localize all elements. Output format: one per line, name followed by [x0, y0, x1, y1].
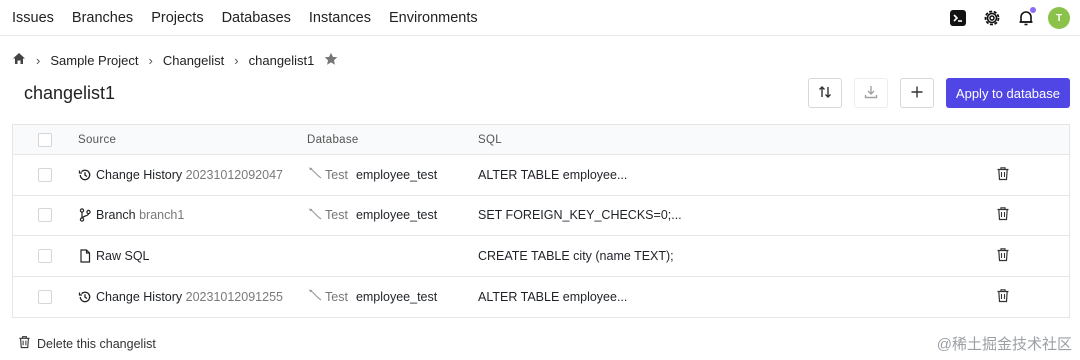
database-cell: Test employee_test — [307, 155, 437, 195]
source-ref: 20231012092047 — [185, 167, 283, 182]
delete-changelist-button[interactable]: Delete this changelist — [18, 335, 156, 352]
trash-icon — [18, 335, 31, 352]
trash-icon[interactable] — [996, 206, 1010, 224]
table-header: Source Database SQL — [13, 125, 1069, 155]
source-cell: Change History 20231012091255 — [78, 277, 283, 318]
header-database: Database — [307, 133, 359, 146]
branch-icon — [78, 208, 92, 222]
home-icon[interactable] — [12, 52, 26, 68]
chevron-right-icon: › — [36, 52, 41, 68]
history-icon — [78, 290, 92, 304]
database-cell: Test employee_test — [307, 196, 437, 236]
nav-instances[interactable]: Instances — [309, 10, 371, 26]
toolbar-actions: Apply to database — [807, 78, 1070, 108]
plus-icon — [909, 84, 925, 103]
source-type: Change History — [96, 167, 183, 182]
select-all-checkbox[interactable] — [38, 132, 52, 147]
add-button[interactable] — [899, 78, 934, 108]
table-row[interactable]: Branch branch1 Test employee_test SET FO… — [13, 196, 1069, 236]
avatar[interactable]: T — [1048, 7, 1070, 29]
sql-cell: CREATE TABLE city (name TEXT); — [478, 248, 674, 263]
source-type: Branch — [96, 208, 136, 223]
environment-label: Test — [325, 167, 348, 182]
table-row[interactable]: Change History 20231012092047 Test emplo… — [13, 155, 1069, 196]
sql-cell: SET FOREIGN_KEY_CHECKS=0;... — [478, 208, 682, 223]
chevron-right-icon: › — [234, 52, 239, 68]
chevron-right-icon: › — [148, 52, 153, 68]
database-cell: Test employee_test — [307, 277, 437, 318]
row-checkbox[interactable] — [38, 248, 52, 263]
top-nav: Issues Branches Projects Databases Insta… — [0, 0, 1080, 36]
header-sql: SQL — [478, 133, 502, 146]
source-ref: 20231012091255 — [185, 289, 283, 304]
source-cell: Change History 20231012092047 — [78, 155, 283, 195]
breadcrumb-project[interactable]: Sample Project — [50, 53, 138, 68]
nav-databases[interactable]: Databases — [222, 10, 291, 26]
delete-changelist-label: Delete this changelist — [37, 336, 156, 351]
table-row[interactable]: Change History 20231012091255 Test emplo… — [13, 277, 1069, 318]
database-name[interactable]: employee_test — [356, 168, 437, 182]
nav-branches[interactable]: Branches — [72, 10, 133, 26]
database-icon — [307, 288, 323, 305]
breadcrumb-changelist[interactable]: Changelist — [163, 53, 224, 68]
file-icon — [78, 249, 92, 263]
source-ref: branch1 — [139, 208, 185, 223]
star-icon[interactable] — [324, 52, 338, 69]
watermark: @稀土掘金技术社区 — [936, 336, 1072, 353]
source-cell: Branch branch1 — [78, 196, 184, 236]
environment-label: Test — [325, 208, 348, 223]
sql-cell: ALTER TABLE employee... — [478, 289, 628, 304]
header-source: Source — [78, 133, 117, 146]
trash-icon[interactable] — [996, 247, 1010, 265]
database-icon — [307, 207, 323, 224]
nav-projects[interactable]: Projects — [151, 10, 203, 26]
source-cell: Raw SQL — [78, 236, 150, 276]
breadcrumb: › Sample Project › Changelist › changeli… — [12, 50, 338, 70]
database-icon — [307, 166, 323, 183]
apply-to-database-button[interactable]: Apply to database — [945, 78, 1070, 108]
source-type: Raw SQL — [96, 248, 150, 263]
row-checkbox[interactable] — [38, 289, 52, 304]
nav-issues[interactable]: Issues — [12, 10, 54, 26]
row-checkbox[interactable] — [38, 167, 52, 182]
download-icon — [863, 84, 879, 103]
database-name[interactable]: employee_test — [356, 290, 437, 304]
terminal-icon[interactable] — [946, 6, 970, 30]
page-title: changelist1 — [24, 83, 116, 103]
table-row[interactable]: Raw SQL CREATE TABLE city (name TEXT); — [13, 236, 1069, 277]
database-name[interactable]: employee_test — [356, 208, 437, 222]
sql-cell: ALTER TABLE employee... — [478, 167, 628, 182]
nav-environments[interactable]: Environments — [389, 10, 478, 26]
nav-right-tools: T — [946, 0, 1070, 36]
breadcrumb-current: changelist1 — [248, 52, 315, 68]
trash-icon[interactable] — [996, 166, 1010, 184]
nav-links: Issues Branches Projects Databases Insta… — [0, 10, 496, 26]
bell-icon[interactable] — [1014, 6, 1038, 30]
changelist-table: Source Database SQL Change History 20231… — [12, 124, 1070, 318]
trash-icon[interactable] — [996, 288, 1010, 306]
row-checkbox[interactable] — [38, 208, 52, 223]
notification-dot — [1030, 7, 1036, 13]
environment-label: Test — [325, 289, 348, 304]
reorder-button[interactable] — [807, 78, 842, 108]
history-icon — [78, 168, 92, 182]
gear-icon[interactable] — [980, 6, 1004, 30]
source-type: Change History — [96, 289, 183, 304]
arrows-up-down-icon — [817, 84, 833, 103]
download-button[interactable] — [853, 78, 888, 108]
